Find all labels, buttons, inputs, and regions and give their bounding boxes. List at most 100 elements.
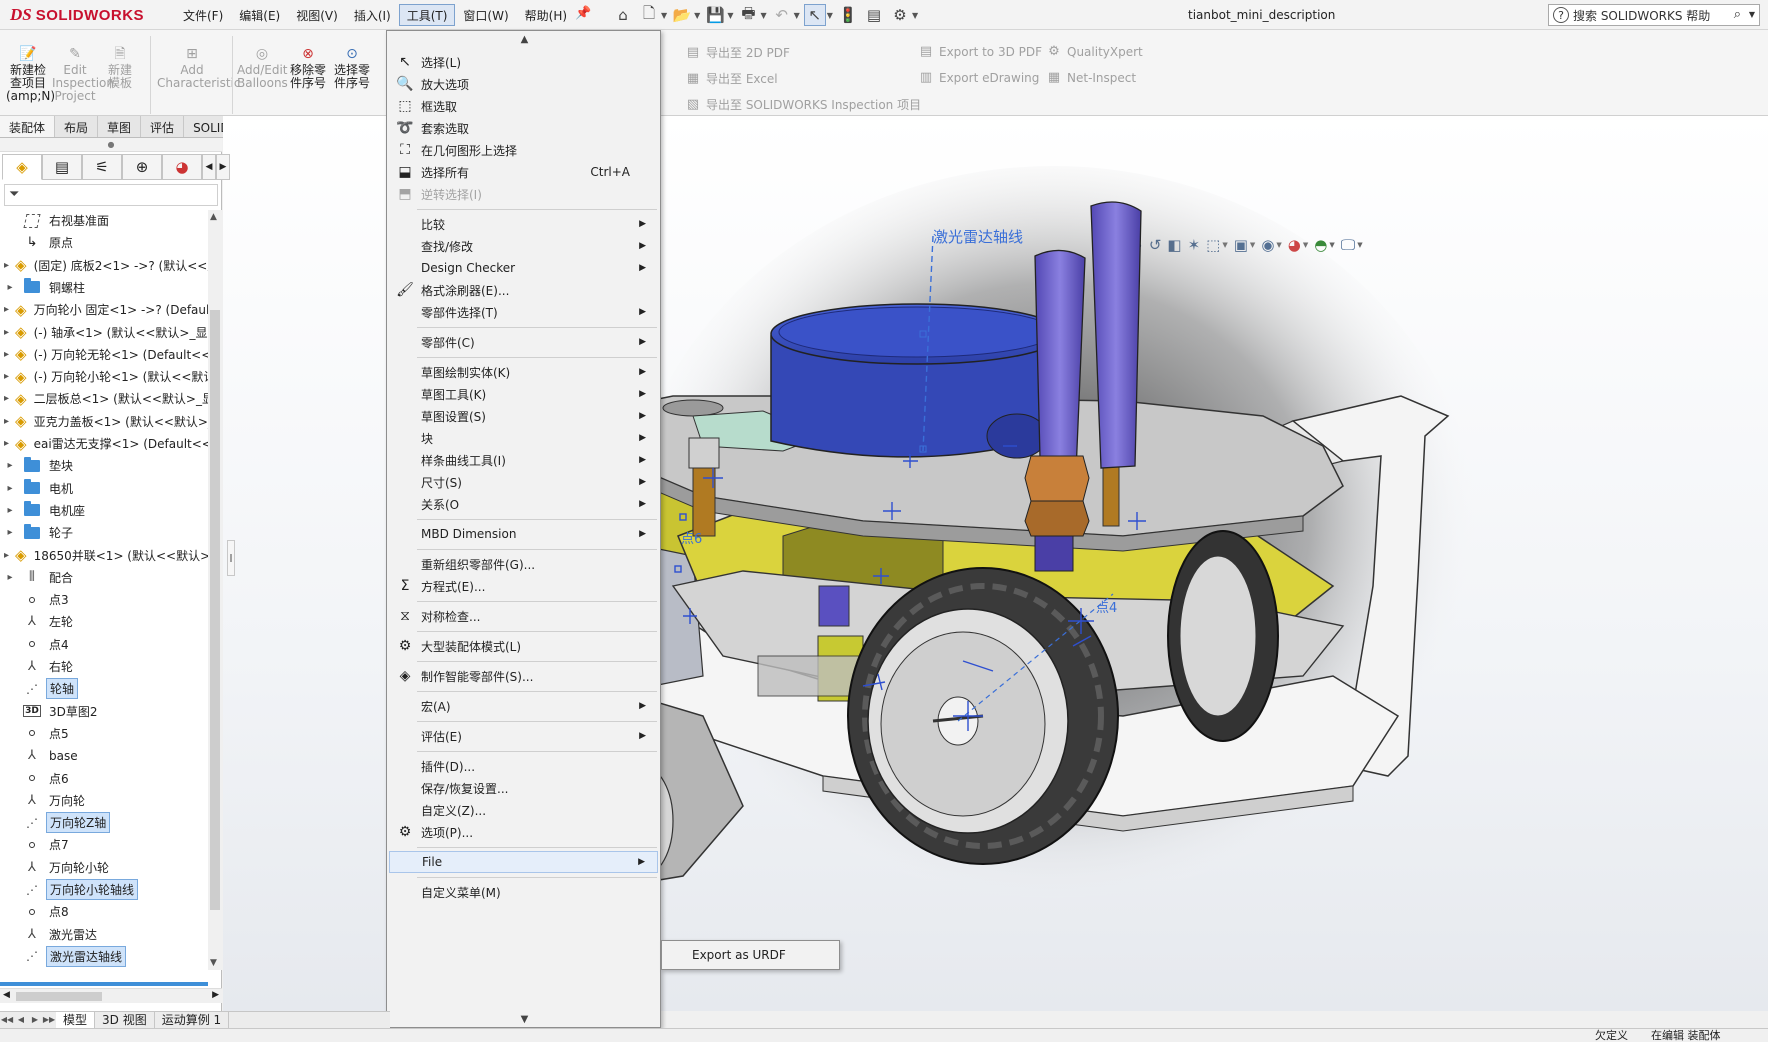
expand-arrow-icon[interactable]: ▸: [4, 505, 16, 516]
property-manager-tab-icon[interactable]: ▤: [42, 154, 82, 180]
bottom-tab-nav-icon[interactable]: ◀: [14, 1012, 28, 1028]
tree-item[interactable]: 点4: [0, 634, 208, 655]
tools-menu-item[interactable]: ⬚ 框选取: [389, 95, 658, 117]
tabs-prev-icon[interactable]: ◀: [202, 154, 216, 180]
undo-dropdown[interactable]: ▼: [794, 11, 800, 20]
tools-menu-item[interactable]: Σ 方程式(E)...: [389, 575, 658, 597]
bottom-tab-2[interactable]: 运动算例 1: [155, 1012, 230, 1028]
cmd-tab-2[interactable]: 草图: [98, 116, 142, 137]
tree-filter-input[interactable]: ⏷: [4, 184, 218, 206]
bottom-tab-1[interactable]: 3D 视图: [95, 1012, 155, 1028]
traffic-light-icon[interactable]: 🚦: [837, 4, 859, 26]
menu-view[interactable]: 视图(V): [288, 4, 346, 26]
scroll-down-icon[interactable]: ▼: [210, 958, 217, 968]
tools-menu-item[interactable]: ⚙ 大型装配体模式(L): [389, 635, 658, 657]
tree-item[interactable]: ▸ ◈ 万向轮小 固定<1> ->? (Default<: [0, 299, 208, 320]
remove-balloon-button[interactable]: ⊗ 移除零件序号: [288, 46, 328, 90]
new-inspection-project-button[interactable]: 📝 新建检查项目 (amp;N): [6, 46, 55, 103]
new-dropdown[interactable]: ▼: [661, 11, 667, 20]
expand-arrow-icon[interactable]: ▸: [4, 438, 9, 449]
expand-arrow-icon[interactable]: ▸: [4, 282, 16, 293]
export-as-urdf-item[interactable]: Export as URDF: [664, 944, 837, 966]
tools-menu-item[interactable]: 自定义(Z)...: [389, 799, 658, 821]
print-dropdown[interactable]: ▼: [760, 11, 766, 20]
rollback-bar[interactable]: [0, 982, 208, 986]
tree-item[interactable]: ↳ 原点: [0, 232, 208, 253]
tools-menu-item[interactable]: 零部件(C) ▶: [389, 331, 658, 353]
tools-menu-item[interactable]: ↖ 选择(L): [389, 51, 658, 73]
tree-item[interactable]: ▸ ◈ (-) 万向轮小轮<1> (默认<<默认>: [0, 366, 208, 387]
search-dropdown-icon[interactable]: ▼: [1749, 10, 1755, 19]
tools-menu-item[interactable]: 保存/恢复设置...: [389, 777, 658, 799]
tools-menu-item[interactable]: Design Checker ▶: [389, 257, 658, 279]
menu-file[interactable]: 文件(F): [175, 4, 231, 26]
tree-item[interactable]: ⋰ 万向轮Z轴: [0, 812, 208, 834]
select-cursor-icon[interactable]: ↖: [803, 4, 826, 26]
tree-item[interactable]: ⅄ 激光雷达: [0, 924, 208, 945]
bottom-tab-nav-icon[interactable]: ◀◀: [0, 1012, 14, 1028]
tools-menu-item[interactable]: MBD Dimension ▶: [389, 523, 658, 545]
tree-item[interactable]: ⋰ 激光雷达轴线: [0, 945, 208, 967]
tree-vertical-scrollbar[interactable]: ▲ ▼: [208, 210, 222, 970]
menu-edit[interactable]: 编辑(E): [231, 4, 288, 26]
tools-menu-item[interactable]: 零部件选择(T) ▶: [389, 301, 658, 323]
expand-arrow-icon[interactable]: ▸: [4, 460, 16, 471]
save-icon[interactable]: 💾: [704, 4, 726, 26]
home-icon[interactable]: ⌂: [612, 4, 634, 26]
add-edit-balloons-button[interactable]: ◎ Add/Edit Balloons: [237, 46, 288, 90]
tools-menu-item[interactable]: 块 ▶: [389, 427, 658, 449]
new-document-icon[interactable]: 🗋: [638, 4, 660, 26]
tools-menu-item[interactable]: 🔍 放大选项: [389, 73, 658, 95]
export-excel-button[interactable]: ▦ 导出至 Excel: [685, 70, 778, 87]
tree-item[interactable]: ▸ ◈ (-) 轴承<1> (默认<<默认>_显示状: [0, 322, 208, 343]
tools-menu-item[interactable]: 查找/修改 ▶: [389, 235, 658, 257]
tools-menu-item[interactable]: ⬓ 选择所有 Ctrl+A: [389, 161, 658, 183]
tools-menu-item[interactable]: 评估(E) ▶: [389, 725, 658, 747]
scroll-up-icon[interactable]: ▲: [210, 212, 217, 222]
tree-item[interactable]: ▸ 电机座: [0, 500, 208, 521]
new-template-button[interactable]: 🗎 新建模板: [103, 46, 137, 90]
file-properties-icon[interactable]: ▤: [863, 4, 885, 26]
tree-item[interactable]: ▸ 轮子: [0, 522, 208, 543]
configuration-manager-tab-icon[interactable]: ⚟: [82, 154, 122, 180]
expand-arrow-icon[interactable]: ▸: [4, 393, 9, 404]
open-icon[interactable]: 📂: [671, 4, 693, 26]
bottom-tab-nav-icon[interactable]: ▶: [28, 1012, 42, 1028]
tools-menu-item[interactable]: 关系(O ▶: [389, 493, 658, 515]
tools-menu-item[interactable]: 重新组织零部件(G)...: [389, 553, 658, 575]
tools-menu-item[interactable]: File ▶: [389, 851, 658, 873]
tools-menu-item[interactable]: 🖌 格式涂刷器(E)...: [389, 279, 658, 301]
tools-menu-item[interactable]: 样条曲线工具(I) ▶: [389, 449, 658, 471]
options-dropdown[interactable]: ▼: [912, 11, 918, 20]
panel-grip[interactable]: ●: [0, 138, 222, 152]
help-search-input[interactable]: ? 搜索 SOLIDWORKS 帮助 ⌕ ▼: [1548, 4, 1760, 26]
select-balloon-button[interactable]: ⊙ 选择零件序号: [332, 46, 372, 90]
pin-icon[interactable]: 📌: [575, 6, 591, 21]
tree-item[interactable]: 点7: [0, 834, 208, 855]
tree-item[interactable]: ▸ ⫴ 配合: [0, 567, 208, 588]
tree-horizontal-scrollbar[interactable]: ◀ ▶: [0, 988, 222, 1003]
tree-item[interactable]: 右视基准面: [0, 210, 208, 231]
display-manager-tab-icon[interactable]: ◕: [162, 154, 202, 180]
scroll-right-icon[interactable]: ▶: [212, 990, 219, 1000]
menu-tools[interactable]: 工具(T): [398, 4, 456, 26]
tabs-next-icon[interactable]: ▶: [216, 154, 230, 180]
bottom-tab-0[interactable]: 模型: [56, 1012, 96, 1028]
select-dropdown[interactable]: ▼: [827, 11, 833, 20]
scroll-left-icon[interactable]: ◀: [3, 990, 10, 1000]
qualityxpert-button[interactable]: ⚙ QualityXpert: [1046, 44, 1143, 59]
export-inspection-button[interactable]: ▧ 导出至 SOLIDWORKS Inspection 项目: [685, 96, 921, 113]
print-icon[interactable]: 🖶: [737, 4, 759, 26]
edit-inspection-project-button[interactable]: ✎ Edit Inspection Project: [52, 46, 114, 103]
tools-menu-item[interactable]: 自定义菜单(M): [389, 881, 658, 903]
tools-menu-item[interactable]: ➰ 套索选取: [389, 117, 658, 139]
cmd-tab-1[interactable]: 布局: [55, 116, 99, 137]
tree-item[interactable]: ▸ ◈ 二层板总<1> (默认<<默认>_显示: [0, 388, 208, 409]
tree-item[interactable]: ▸ ◈ 亚克力盖板<1> (默认<<默认>_显: [0, 411, 208, 432]
tree-item[interactable]: ⅄ 万向轮小轮: [0, 857, 208, 878]
tree-item[interactable]: 3D 3D草图2: [0, 701, 208, 722]
tree-item[interactable]: ⅄ 右轮: [0, 656, 208, 677]
dimxpert-tab-icon[interactable]: ⊕: [122, 154, 162, 180]
expand-arrow-icon[interactable]: ▸: [4, 527, 16, 538]
tools-menu-item[interactable]: 草图设置(S) ▶: [389, 405, 658, 427]
